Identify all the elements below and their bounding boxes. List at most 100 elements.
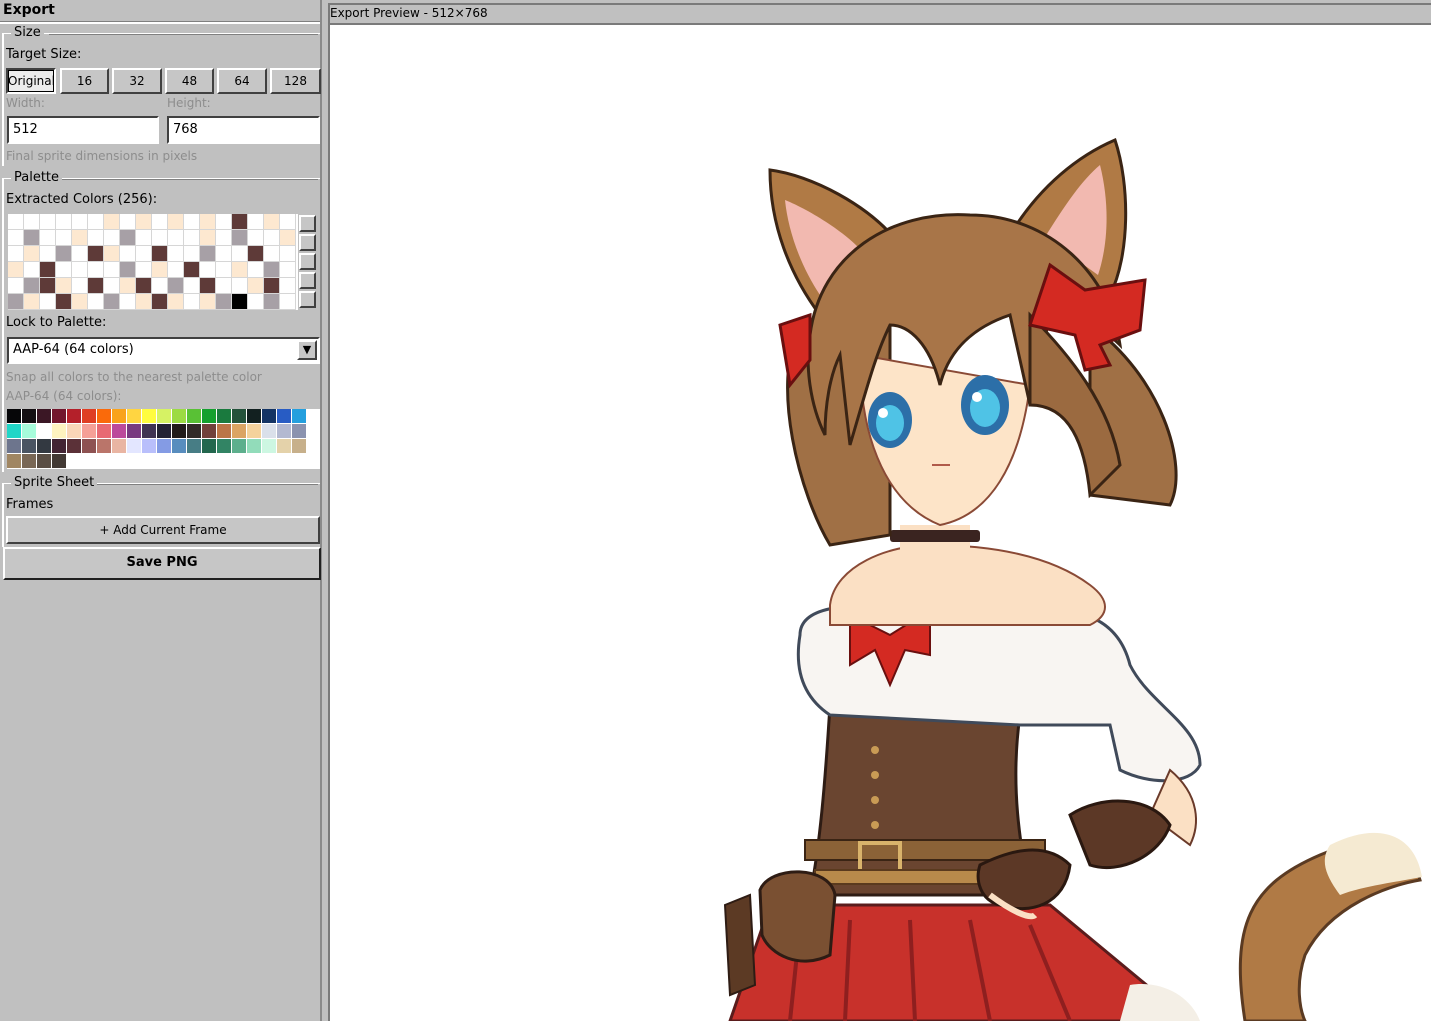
- extracted-color-swatch[interactable]: [120, 278, 136, 294]
- extracted-color-swatch[interactable]: [216, 214, 232, 230]
- palette-color-swatch[interactable]: [157, 439, 172, 454]
- add-current-frame-button[interactable]: + Add Current Frame: [6, 516, 320, 544]
- extracted-color-swatch[interactable]: [152, 214, 168, 230]
- extracted-color-swatch[interactable]: [152, 294, 168, 310]
- palette-color-swatch[interactable]: [217, 424, 232, 439]
- size-button-original[interactable]: Original: [6, 68, 56, 94]
- extracted-color-swatch[interactable]: [280, 214, 296, 230]
- extracted-color-swatch[interactable]: [168, 230, 184, 246]
- palette-color-swatch[interactable]: [262, 439, 277, 454]
- extracted-color-swatch[interactable]: [216, 294, 232, 310]
- extracted-color-swatch[interactable]: [72, 230, 88, 246]
- palette-color-swatch[interactable]: [67, 424, 82, 439]
- extracted-color-swatch[interactable]: [24, 262, 40, 278]
- palette-color-swatch[interactable]: [202, 409, 217, 424]
- height-input[interactable]: 768: [167, 116, 320, 144]
- extracted-color-swatch[interactable]: [8, 246, 24, 262]
- extracted-color-swatch[interactable]: [8, 294, 24, 310]
- preview-canvas[interactable]: [330, 25, 1431, 1021]
- extracted-color-swatch[interactable]: [40, 214, 56, 230]
- extracted-color-swatch[interactable]: [56, 230, 72, 246]
- extracted-color-swatch[interactable]: [8, 230, 24, 246]
- extracted-color-swatch[interactable]: [216, 262, 232, 278]
- extracted-color-swatch[interactable]: [104, 278, 120, 294]
- palette-color-swatch[interactable]: [172, 424, 187, 439]
- palette-color-swatch[interactable]: [172, 409, 187, 424]
- extracted-color-swatch[interactable]: [200, 294, 216, 310]
- palette-color-swatch[interactable]: [172, 439, 187, 454]
- extracted-color-swatch[interactable]: [56, 214, 72, 230]
- palette-color-swatch[interactable]: [217, 409, 232, 424]
- extracted-color-swatch[interactable]: [264, 230, 280, 246]
- palette-color-swatch[interactable]: [52, 424, 67, 439]
- extracted-color-swatch[interactable]: [40, 294, 56, 310]
- extracted-color-swatch[interactable]: [248, 230, 264, 246]
- palette-color-swatch[interactable]: [187, 424, 202, 439]
- palette-color-swatch[interactable]: [217, 439, 232, 454]
- palette-color-swatch[interactable]: [247, 424, 262, 439]
- extracted-color-swatch[interactable]: [56, 278, 72, 294]
- size-button-48[interactable]: 48: [165, 68, 214, 94]
- extracted-color-swatch[interactable]: [232, 214, 248, 230]
- extracted-color-swatch[interactable]: [72, 294, 88, 310]
- palette-color-swatch[interactable]: [67, 409, 82, 424]
- palette-color-swatch[interactable]: [52, 454, 67, 469]
- extracted-color-swatch[interactable]: [8, 262, 24, 278]
- extracted-color-swatch[interactable]: [152, 278, 168, 294]
- palette-color-swatch[interactable]: [97, 439, 112, 454]
- palette-color-swatch[interactable]: [292, 424, 307, 439]
- extracted-color-swatch[interactable]: [104, 230, 120, 246]
- extracted-color-swatch[interactable]: [104, 246, 120, 262]
- extracted-color-swatch[interactable]: [40, 230, 56, 246]
- extracted-color-swatch[interactable]: [24, 294, 40, 310]
- extracted-color-swatch[interactable]: [88, 214, 104, 230]
- extracted-color-swatch[interactable]: [136, 230, 152, 246]
- palette-color-swatch[interactable]: [112, 424, 127, 439]
- extracted-color-swatch[interactable]: [248, 214, 264, 230]
- extracted-color-swatch[interactable]: [72, 278, 88, 294]
- extracted-color-swatch[interactable]: [264, 214, 280, 230]
- scrollbar-segment[interactable]: [299, 234, 316, 251]
- size-button-128[interactable]: 128: [270, 68, 321, 94]
- palette-color-swatch[interactable]: [202, 439, 217, 454]
- palette-color-swatch[interactable]: [97, 409, 112, 424]
- palette-color-swatch[interactable]: [82, 424, 97, 439]
- palette-color-swatch[interactable]: [52, 409, 67, 424]
- extracted-color-swatch[interactable]: [88, 230, 104, 246]
- extracted-color-swatch[interactable]: [136, 278, 152, 294]
- palette-color-swatch[interactable]: [37, 424, 52, 439]
- extracted-color-swatch[interactable]: [88, 294, 104, 310]
- extracted-color-swatch[interactable]: [184, 246, 200, 262]
- extracted-color-swatch[interactable]: [24, 278, 40, 294]
- extracted-color-swatch[interactable]: [184, 294, 200, 310]
- extracted-color-swatch[interactable]: [264, 246, 280, 262]
- palette-color-swatch[interactable]: [112, 409, 127, 424]
- extracted-color-swatch[interactable]: [88, 262, 104, 278]
- extracted-color-swatch[interactable]: [72, 246, 88, 262]
- extracted-color-swatch[interactable]: [168, 294, 184, 310]
- extracted-color-swatch[interactable]: [24, 230, 40, 246]
- palette-color-swatch[interactable]: [202, 424, 217, 439]
- extracted-color-swatch[interactable]: [200, 262, 216, 278]
- extracted-color-swatch[interactable]: [120, 214, 136, 230]
- extracted-color-swatch[interactable]: [200, 230, 216, 246]
- extracted-color-swatch[interactable]: [248, 294, 264, 310]
- extracted-color-swatch[interactable]: [72, 214, 88, 230]
- extracted-color-swatch[interactable]: [216, 230, 232, 246]
- lock-palette-select[interactable]: AAP-64 (64 colors) ▼: [7, 337, 320, 364]
- palette-color-swatch[interactable]: [37, 409, 52, 424]
- palette-color-swatch[interactable]: [112, 439, 127, 454]
- palette-color-swatch[interactable]: [247, 409, 262, 424]
- palette-color-swatch[interactable]: [262, 409, 277, 424]
- palette-color-swatch[interactable]: [97, 424, 112, 439]
- palette-color-swatch[interactable]: [247, 439, 262, 454]
- extracted-color-swatch[interactable]: [8, 214, 24, 230]
- extracted-color-swatch[interactable]: [184, 214, 200, 230]
- extracted-color-swatch[interactable]: [72, 262, 88, 278]
- palette-color-swatch[interactable]: [157, 424, 172, 439]
- extracted-color-swatch[interactable]: [104, 294, 120, 310]
- palette-color-swatch[interactable]: [277, 424, 292, 439]
- extracted-color-swatch[interactable]: [56, 246, 72, 262]
- extracted-color-swatch[interactable]: [120, 230, 136, 246]
- scrollbar-segment[interactable]: [299, 291, 316, 308]
